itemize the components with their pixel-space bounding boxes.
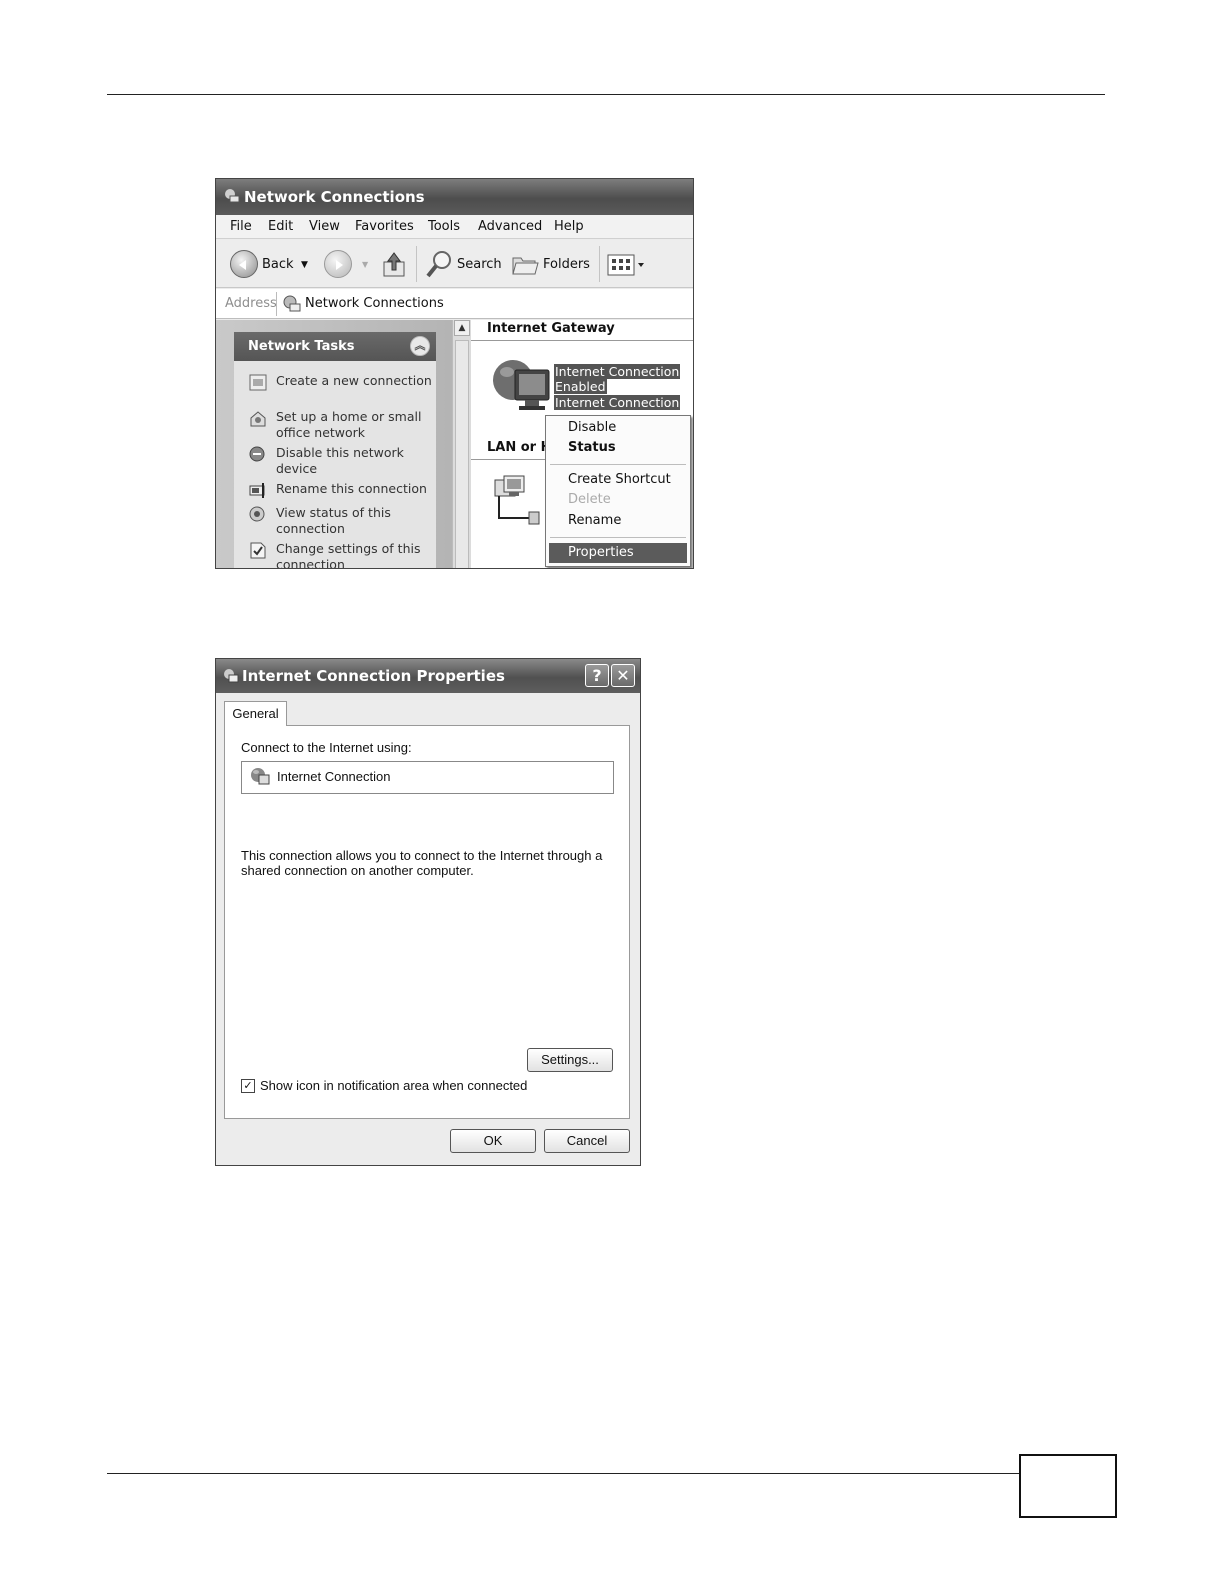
network-folder-icon: [225, 189, 240, 203]
menu-help[interactable]: Help: [554, 219, 584, 234]
search-icon[interactable]: [424, 248, 454, 280]
menu-bar: File Edit View Favorites Tools Advanced …: [216, 215, 693, 239]
menu-tools[interactable]: Tools: [428, 219, 460, 234]
view-status-icon: [249, 506, 265, 522]
scroll-up-icon[interactable]: ▲: [454, 320, 470, 336]
new-connection-icon: [249, 374, 267, 391]
task-create-connection[interactable]: Create a new connection: [249, 373, 434, 391]
network-tasks-panel: Network Tasks ︽ Create a new connection …: [234, 332, 436, 569]
back-button[interactable]: Back: [262, 257, 294, 272]
folders-icon[interactable]: [511, 252, 539, 276]
menu-favorites[interactable]: Favorites: [355, 219, 414, 234]
menu-separator: [550, 464, 686, 465]
home-network-icon: [250, 411, 266, 427]
toolbar-separator: [599, 246, 600, 282]
menu-item-properties[interactable]: Properties: [568, 545, 634, 560]
address-label: Address: [225, 296, 277, 311]
task-label: Set up a home or small office network: [276, 409, 422, 440]
scroll-thumb[interactable]: [455, 340, 469, 568]
back-dropdown-icon[interactable]: ▼: [301, 260, 308, 270]
menu-item-status[interactable]: Status: [568, 440, 616, 455]
task-label: Disable this network device: [276, 445, 404, 476]
forward-arrow-icon[interactable]: [324, 250, 352, 278]
ok-button[interactable]: OK: [450, 1129, 536, 1153]
connection-name: Internet Connection: [277, 769, 391, 784]
tab-general[interactable]: General: [224, 701, 287, 726]
connection-properties-dialog: Internet Connection Properties ? ✕ Gener…: [215, 658, 641, 1166]
task-rename-connection[interactable]: Rename this connection: [249, 481, 434, 498]
search-button[interactable]: Search: [457, 257, 502, 272]
footer-rule: [107, 1473, 1019, 1474]
group-divider: [471, 340, 693, 341]
help-button[interactable]: ?: [585, 664, 609, 687]
menu-item-delete: Delete: [568, 492, 611, 507]
vertical-scrollbar[interactable]: ▲: [452, 320, 471, 568]
window-titlebar: Network Connections: [216, 179, 693, 215]
toolbar: Back ▼ ▼ Search Folders: [216, 240, 693, 288]
menu-advanced[interactable]: Advanced: [478, 219, 542, 234]
forward-dropdown-icon[interactable]: ▼: [362, 260, 368, 269]
connection-description: This connection allows you to connect to…: [241, 848, 603, 878]
network-tasks-header[interactable]: Network Tasks ︽: [234, 332, 436, 361]
change-settings-icon: [250, 542, 266, 559]
rename-icon: [249, 483, 265, 498]
toolbar-separator: [416, 246, 417, 282]
connection-name-label[interactable]: Internet Connection: [554, 364, 681, 379]
collapse-chevron-icon[interactable]: ︽: [410, 336, 430, 356]
lan-connection-icon[interactable]: [491, 474, 551, 532]
task-pane: Network Tasks ︽ Create a new connection …: [216, 320, 452, 569]
task-label: Rename this connection: [276, 481, 427, 496]
internet-connection-icon: [251, 768, 270, 785]
address-bar: Address Network Connections: [216, 289, 693, 319]
disable-device-icon: [249, 446, 265, 462]
context-menu: Disable Status Create Shortcut Delete Re…: [545, 415, 691, 567]
menu-item-disable[interactable]: Disable: [568, 420, 616, 435]
dialog-title: Internet Connection Properties: [242, 667, 505, 685]
header-rule: [107, 94, 1105, 95]
task-view-status[interactable]: View status of this connection: [249, 505, 434, 537]
network-tasks-title: Network Tasks: [248, 339, 355, 354]
task-disable-device[interactable]: Disable this network device: [249, 445, 434, 477]
connection-listbox[interactable]: Internet Connection: [241, 761, 614, 794]
task-label: View status of this connection: [276, 505, 391, 536]
close-button[interactable]: ✕: [611, 664, 635, 687]
cancel-button[interactable]: Cancel: [544, 1129, 630, 1153]
group-divider: [471, 459, 546, 460]
menu-separator: [550, 537, 686, 538]
connection-type-label[interactable]: Internet Connection: [554, 395, 681, 410]
menu-view[interactable]: View: [309, 219, 340, 234]
task-home-network[interactable]: Set up a home or small office network: [249, 409, 434, 441]
connection-icon: [224, 669, 239, 683]
general-tab-panel: Connect to the Internet using: Internet …: [224, 725, 630, 1119]
menu-item-create-shortcut[interactable]: Create Shortcut: [568, 472, 671, 487]
task-label: Change settings of this connection: [276, 541, 421, 569]
group-internet-gateway: Internet Gateway: [487, 321, 615, 336]
address-value: Network Connections: [305, 296, 444, 311]
back-arrow-icon[interactable]: [230, 250, 258, 278]
network-connections-window: Network Connections File Edit View Favor…: [215, 178, 694, 569]
page-number-box: [1019, 1454, 1117, 1518]
show-icon-label: Show icon in notification area when conn…: [260, 1078, 528, 1093]
task-change-settings[interactable]: Change settings of this connection: [249, 541, 434, 569]
views-icon[interactable]: [607, 254, 647, 276]
up-folder-icon[interactable]: [381, 250, 407, 278]
dialog-titlebar: Internet Connection Properties ? ✕: [216, 659, 640, 693]
window-title: Network Connections: [244, 188, 425, 206]
group-lan: LAN or H: [487, 440, 552, 455]
network-connections-icon: [283, 295, 301, 312]
settings-button[interactable]: Settings...: [527, 1048, 613, 1072]
connection-status-label[interactable]: Enabled: [554, 379, 607, 394]
menu-file[interactable]: File: [230, 219, 252, 234]
menu-edit[interactable]: Edit: [268, 219, 293, 234]
connect-using-label: Connect to the Internet using:: [241, 740, 412, 755]
task-label: Create a new connection: [276, 373, 432, 388]
show-icon-checkbox[interactable]: ✓: [241, 1079, 255, 1093]
internet-gateway-icon[interactable]: [489, 356, 553, 418]
folders-button[interactable]: Folders: [543, 257, 590, 272]
address-field[interactable]: Network Connections: [276, 292, 693, 316]
menu-item-rename[interactable]: Rename: [568, 513, 621, 528]
